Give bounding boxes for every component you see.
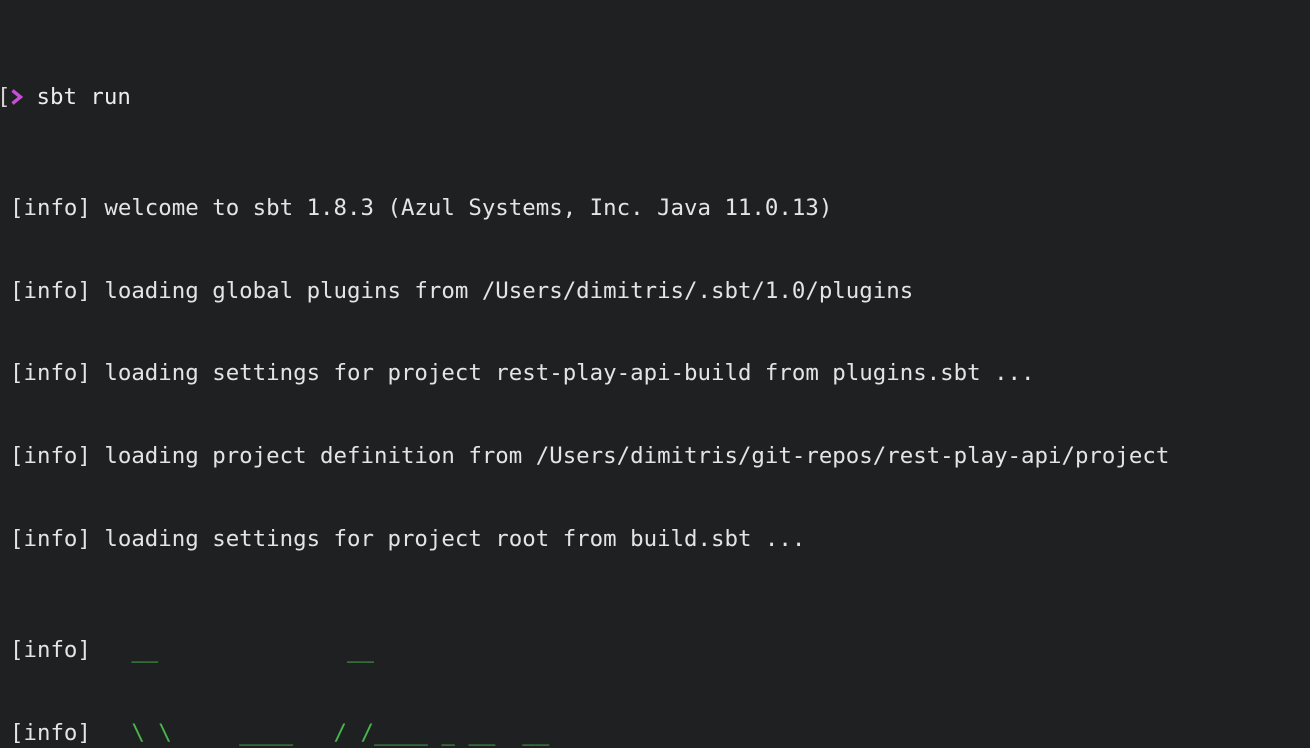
prompt-line: [sbt run <box>10 84 1310 112</box>
log-line: [info] welcome to sbt 1.8.3 (Azul System… <box>10 195 1310 223</box>
log-line: [info] loading project definition from /… <box>10 443 1310 471</box>
play-logo-ascii-line: [info] __ __ <box>10 637 1310 665</box>
log-line: [info] loading global plugins from /User… <box>10 278 1310 306</box>
clipped-bracket-char: [ <box>0 84 10 112</box>
prompt-chevron-icon <box>10 84 23 112</box>
play-logo-ascii-line: [info] \ \ ____ / /____ _ __ __ <box>10 720 1310 748</box>
log-line: [info] loading settings for project rest… <box>10 360 1310 388</box>
terminal-screen[interactable]: [sbt run [info] welcome to sbt 1.8.3 (Az… <box>0 0 1310 748</box>
typed-command: sbt run <box>36 84 130 110</box>
log-line: [info] loading settings for project root… <box>10 526 1310 554</box>
